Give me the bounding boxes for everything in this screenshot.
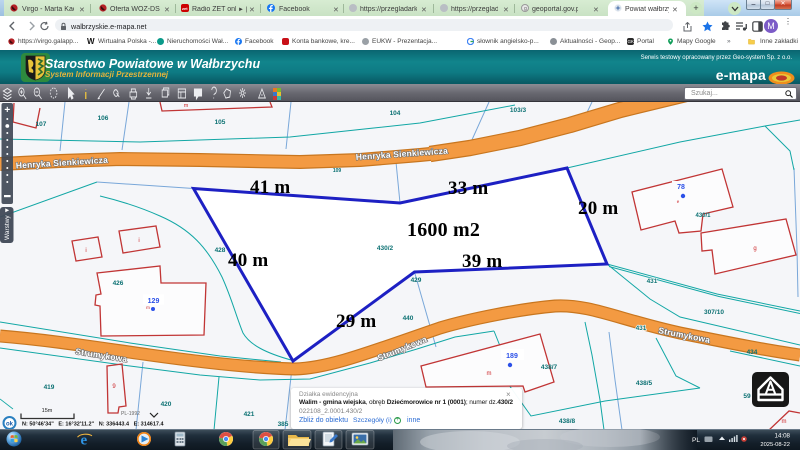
svg-text:189: 189 [506,353,518,360]
svg-text:33 m: 33 m [448,178,488,199]
svg-text:440: 440 [403,315,414,322]
svg-text:109: 109 [333,168,342,174]
svg-text:431: 431 [647,278,658,285]
svg-text:40 m: 40 m [228,250,268,271]
svg-text:14:08: 14:08 [775,433,791,440]
svg-text:107: 107 [36,121,47,128]
svg-text:438/7: 438/7 [541,364,558,371]
svg-text:103/3: 103/3 [510,107,527,114]
svg-text:15m: 15m [42,408,53,414]
svg-text:PL-1992: PL-1992 [121,411,140,417]
svg-text:434: 434 [747,349,758,356]
svg-text:m: m [487,371,492,377]
svg-text:438/8: 438/8 [559,418,576,425]
svg-text:m: m [782,419,787,425]
svg-text:39 m: 39 m [462,251,502,272]
svg-text:419: 419 [44,384,55,391]
svg-text:129: 129 [148,298,160,305]
svg-text:i: i [85,248,86,254]
svg-text:421: 421 [244,411,255,418]
svg-text:59: 59 [743,393,751,400]
svg-text:m: m [184,103,189,109]
svg-text:385: 385 [278,421,289,428]
svg-text:N: 50°46'34" E: 16°32'11.2": N: 50°46'34" E: 16°32'11.2" N: 336443.4 … [22,422,165,428]
svg-text:430/2: 430/2 [377,245,394,252]
svg-text:426: 426 [113,280,124,287]
svg-text:431: 431 [636,325,647,332]
svg-text:438/5: 438/5 [636,380,653,387]
svg-text:428: 428 [215,247,226,254]
svg-text:430/1: 430/1 [695,213,711,219]
svg-text:307/10: 307/10 [704,309,724,316]
svg-text:420: 420 [161,401,172,408]
svg-text:29 m: 29 m [336,311,376,332]
svg-text:g: g [753,246,756,252]
svg-text:2025-08-22: 2025-08-22 [760,442,790,448]
svg-text:PL: PL [692,437,700,444]
svg-text:+: + [4,105,10,116]
svg-text:1600 m2: 1600 m2 [407,219,480,241]
svg-text:Warstwy ▼: Warstwy ▼ [4,207,11,240]
svg-text:78: 78 [677,184,685,191]
svg-text:i: i [138,238,139,244]
svg-text:20 m: 20 m [578,198,618,219]
svg-text:104: 104 [390,110,401,117]
svg-text:ok: ok [6,422,14,428]
svg-text:429: 429 [411,277,422,284]
svg-text:105: 105 [215,119,226,126]
svg-text:m: m [146,305,150,310]
svg-text:106: 106 [98,115,109,122]
svg-text:41 m: 41 m [250,177,290,198]
